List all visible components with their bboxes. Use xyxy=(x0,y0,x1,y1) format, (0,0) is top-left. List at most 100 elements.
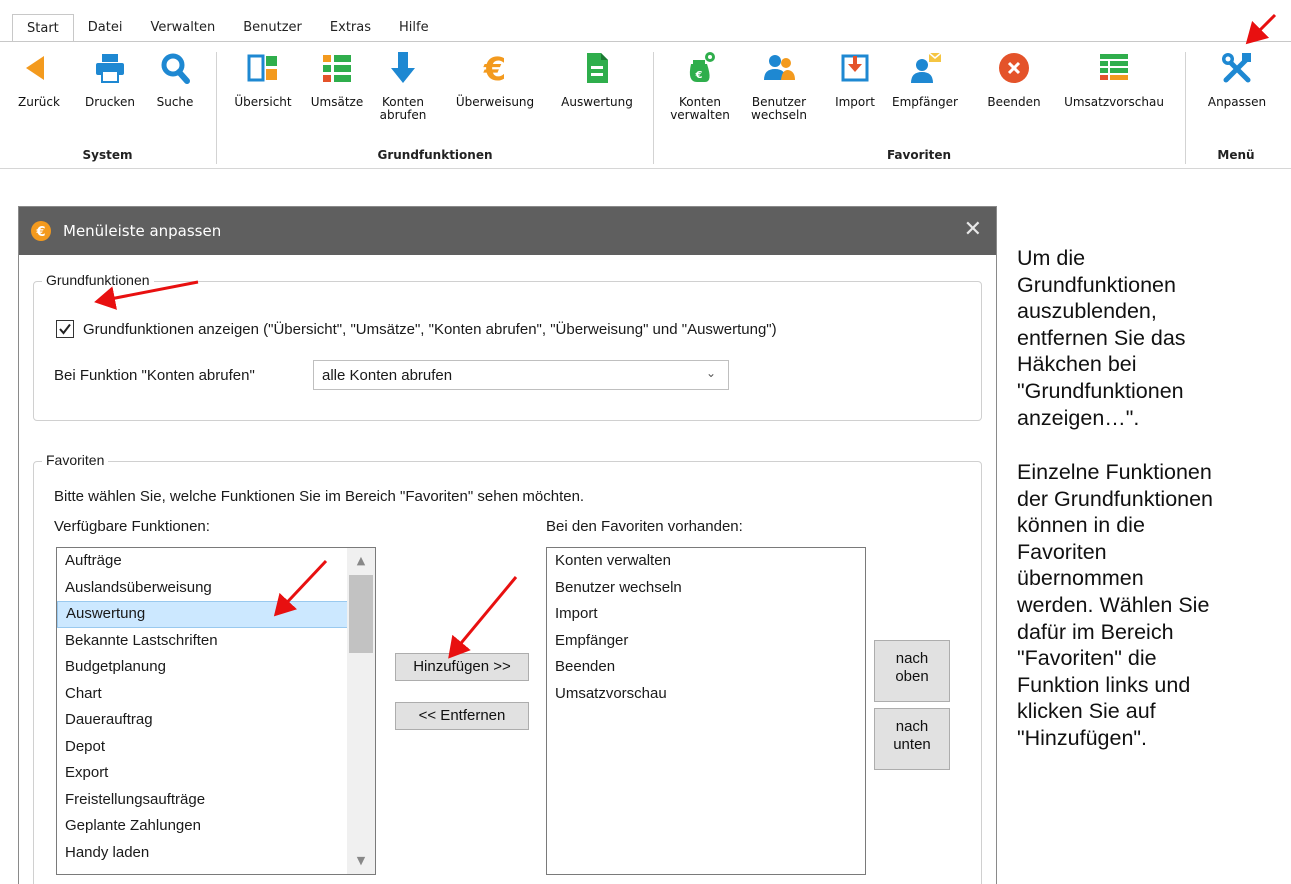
scroll-up-icon[interactable]: ▲ xyxy=(347,548,375,574)
benutzer-wechseln-label-1: Benutzer xyxy=(751,95,807,109)
umsatzvorschau-button[interactable]: Umsatzvorschau xyxy=(1054,50,1174,109)
help-line: anzeigen…". xyxy=(1017,405,1140,430)
ueberweisung-label: Überweisung xyxy=(455,95,535,109)
tab-start[interactable]: Start xyxy=(12,14,74,42)
move-down-button[interactable]: nach unten xyxy=(874,708,950,770)
list-item[interactable]: Handy laden xyxy=(57,840,375,867)
list-item[interactable]: Import xyxy=(547,601,865,628)
konten-verwalten-button[interactable]: € Konten verwalten xyxy=(668,50,732,122)
beenden-button[interactable]: Beenden xyxy=(980,50,1048,109)
group-favoriten: € Konten verwalten Benutzer wechseln Imp… xyxy=(654,42,1184,168)
help-line: Funktion links und xyxy=(1017,672,1191,697)
auswertung-button[interactable]: Auswertung xyxy=(551,50,643,109)
list-item[interactable]: Depot xyxy=(57,734,375,761)
dialog-title: Menüleiste anpassen xyxy=(63,222,222,240)
list-item[interactable]: Aufträge xyxy=(57,548,375,575)
konten-abrufen-label-2: abrufen xyxy=(379,108,427,122)
umsaetze-button[interactable]: Umsätze xyxy=(303,50,371,109)
list-item[interactable]: Budgetplanung xyxy=(57,654,375,681)
list-item[interactable]: Bekannte Lastschriften xyxy=(57,628,375,655)
empfaenger-label: Empfänger xyxy=(891,95,958,109)
group-title-grundfunktionen: Grundfunktionen xyxy=(377,148,493,162)
group-system: Zurück Drucken Suche System xyxy=(0,42,215,168)
present-favorites-list[interactable]: Konten verwalten Benutzer wechseln Import E… xyxy=(546,547,866,875)
list-item[interactable]: Geplante Zahlungen xyxy=(57,813,375,840)
tab-hilfe[interactable]: Hilfe xyxy=(385,14,443,42)
list-item[interactable]: Beenden xyxy=(547,654,865,681)
list-item[interactable]: Freistellungsaufträge xyxy=(57,787,375,814)
group-menu: Anpassen Menü xyxy=(1186,42,1286,168)
konten-abrufen-option-label: Bei Funktion "Konten abrufen" xyxy=(54,367,255,384)
show-grundfunktionen-label: Grundfunktionen anzeigen ("Übersicht", "… xyxy=(83,320,777,338)
move-up-label-2: oben xyxy=(895,668,929,685)
group-grundfunktionen: Übersicht Umsätze Konten abrufen € Überw xyxy=(217,42,653,168)
grundfunktionen-legend: Grundfunktionen xyxy=(42,272,154,288)
back-button[interactable]: Zurück xyxy=(18,50,60,109)
svg-text:€: € xyxy=(695,70,703,81)
money-bag-gear-icon: € xyxy=(683,50,717,86)
scroll-down-icon[interactable]: ▼ xyxy=(347,848,375,874)
list-item[interactable]: Auswertung xyxy=(57,601,375,628)
help-line: werden. Wählen Sie xyxy=(1017,592,1210,617)
move-down-label-1: nach xyxy=(895,718,929,735)
show-grundfunktionen-checkbox[interactable] xyxy=(56,320,74,338)
move-up-button[interactable]: nach oben xyxy=(874,640,950,702)
help-line: dafür im Bereich xyxy=(1017,619,1174,644)
scroll-thumb[interactable] xyxy=(349,575,373,653)
benutzer-wechseln-label-2: wechseln xyxy=(751,108,807,122)
add-button[interactable]: Hinzufügen >> xyxy=(395,653,529,681)
euro-icon: € xyxy=(478,50,512,88)
beenden-label: Beenden xyxy=(987,95,1041,109)
list-item[interactable]: Dauerauftrag xyxy=(57,707,375,734)
dialog-titlebar: € Menüleiste anpassen ✕ xyxy=(19,207,996,255)
tools-icon xyxy=(1220,50,1254,86)
help-line: auszublenden, xyxy=(1017,299,1157,324)
tab-verwalten[interactable]: Verwalten xyxy=(136,14,229,42)
auswertung-label: Auswertung xyxy=(561,95,633,109)
list-item[interactable]: Benutzer wechseln xyxy=(547,575,865,602)
konten-abrufen-label-1: Konten xyxy=(382,95,424,109)
move-down-label-2: unten xyxy=(893,736,931,753)
konten-abrufen-button[interactable]: Konten abrufen xyxy=(377,50,429,122)
scrollbar[interactable]: ▲ ▼ xyxy=(347,548,375,874)
list-item[interactable]: Chart xyxy=(57,681,375,708)
ribbon: Start Datei Verwalten Benutzer Extras Hi… xyxy=(0,0,1291,170)
empfaenger-button[interactable]: Empfänger xyxy=(885,50,965,109)
help-line: entfernen Sie das xyxy=(1017,325,1186,350)
list-item[interactable]: Empfänger xyxy=(547,628,865,655)
list-item[interactable]: Export xyxy=(57,760,375,787)
anpassen-button[interactable]: Anpassen xyxy=(1200,50,1274,109)
help-line: "Favoriten" die xyxy=(1017,646,1157,671)
print-button[interactable]: Drucken xyxy=(79,50,141,109)
available-functions-list[interactable]: Aufträge Auslandsüberweisung Auswertung Bek… xyxy=(56,547,376,875)
favoriten-group: Favoriten Bitte wählen Sie, welche Funkt… xyxy=(33,452,982,884)
konten-verwalten-label-2: verwalten xyxy=(670,108,730,122)
list-item[interactable]: Auslandsüberweisung xyxy=(57,575,375,602)
overview-button[interactable]: Übersicht xyxy=(230,50,296,109)
list-item[interactable]: Konten verwalten xyxy=(547,548,865,575)
present-favorites-label: Bei den Favoriten vorhanden: xyxy=(546,518,743,535)
magnifier-icon xyxy=(158,50,192,86)
print-label: Drucken xyxy=(85,95,135,109)
available-functions-label: Verfügbare Funktionen: xyxy=(54,518,210,535)
benutzer-wechseln-button[interactable]: Benutzer wechseln xyxy=(746,50,812,122)
help-line: "Grundfunktionen xyxy=(1017,378,1184,403)
tab-benutzer[interactable]: Benutzer xyxy=(229,14,316,42)
import-button[interactable]: Import xyxy=(828,50,882,109)
remove-button[interactable]: << Entfernen xyxy=(395,702,529,730)
user-mail-icon xyxy=(908,50,942,86)
konten-abrufen-select[interactable]: alle Konten abrufen ⌄ xyxy=(313,360,729,390)
close-icon[interactable]: ✕ xyxy=(964,217,982,242)
overview-icon xyxy=(246,50,280,86)
list-item[interactable]: Umsatzvorschau xyxy=(547,681,865,708)
grundfunktionen-group: Grundfunktionen Grundfunktionen anzeigen… xyxy=(33,272,982,421)
search-button[interactable]: Suche xyxy=(150,50,200,109)
table-grid-icon xyxy=(1097,50,1131,86)
tab-datei[interactable]: Datei xyxy=(74,14,137,42)
customize-menu-dialog: € Menüleiste anpassen ✕ Grundfunktionen … xyxy=(18,206,997,884)
ueberweisung-button[interactable]: € Überweisung xyxy=(447,50,543,109)
help-line: können in die xyxy=(1017,513,1145,538)
help-paragraph-2: Einzelne Funktionen der Grundfunktionen kö… xyxy=(1017,459,1289,752)
tab-extras[interactable]: Extras xyxy=(316,14,385,42)
anpassen-label: Anpassen xyxy=(1207,95,1267,109)
